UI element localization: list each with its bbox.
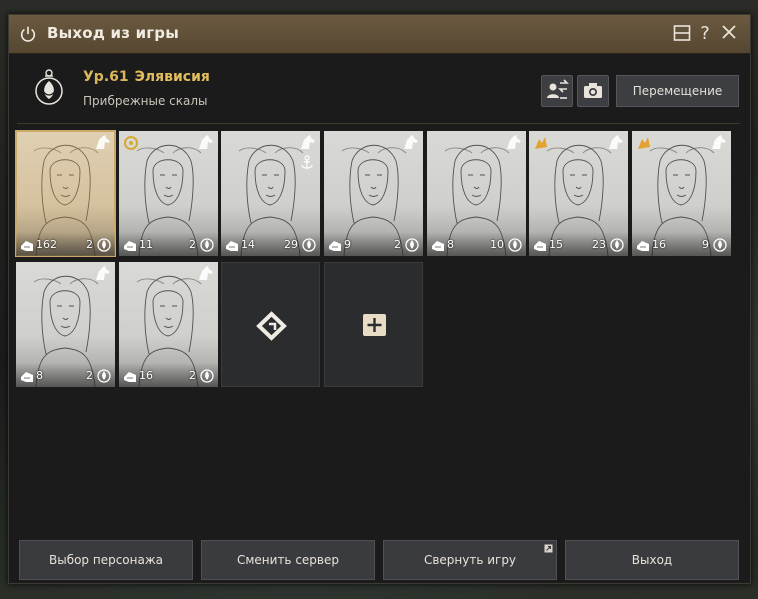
- gold-leaf-badge-icon: [535, 137, 547, 149]
- horse-icon: [609, 135, 623, 149]
- level-book-icon: [329, 241, 341, 251]
- exit-game-window: Выход из игры ? Ур.61 Элявисия Прибрежные…: [8, 14, 751, 584]
- switch-character-button[interactable]: [541, 75, 573, 107]
- window-mode-icon[interactable]: [672, 24, 692, 44]
- character-level-value: 15: [549, 238, 563, 251]
- character-name: Элявисия: [134, 69, 210, 85]
- level-book-icon: [226, 241, 238, 251]
- energy-flame-icon: [97, 238, 111, 252]
- screenshot-button[interactable]: [577, 75, 609, 107]
- energy-flame-icon: [508, 238, 522, 252]
- character-card[interactable]: 16 2: [119, 262, 218, 387]
- help-icon[interactable]: ?: [695, 24, 715, 44]
- energy-count: 23: [592, 238, 606, 251]
- character-card[interactable]: 162 2: [15, 130, 116, 257]
- energy-flame-icon: [200, 238, 214, 252]
- character-level-value: 8: [447, 238, 454, 251]
- level-book-icon: [21, 372, 33, 382]
- character-level-value: 16: [139, 369, 153, 382]
- character-card[interactable]: 8 2: [16, 262, 115, 387]
- character-location: Прибрежные скалы: [83, 94, 208, 108]
- level-book-icon: [124, 372, 136, 382]
- exit-button[interactable]: Выход: [565, 540, 739, 580]
- energy-flame-icon: [610, 238, 624, 252]
- horse-icon: [199, 135, 213, 149]
- window-title: Выход из игры: [47, 24, 180, 42]
- energy-count: 29: [284, 238, 298, 251]
- horse-icon: [712, 135, 726, 149]
- level-book-icon: [21, 241, 33, 251]
- character-card[interactable]: 11 2: [119, 131, 218, 256]
- gold-leaf-badge-icon: [638, 137, 650, 149]
- character-level-value: 8: [36, 369, 43, 382]
- minimize-game-label: Свернуть игру: [423, 553, 517, 567]
- horse-icon: [96, 266, 110, 280]
- level-book-icon: [124, 241, 136, 251]
- character-grid: 162 2 11 2 14 29 9 2 8 10 15 23 16 9 8 2…: [15, 130, 744, 511]
- character-level-value: 162: [36, 238, 57, 251]
- character-card[interactable]: 8 10: [427, 131, 526, 256]
- select-character-button[interactable]: Выбор персонажа: [19, 540, 193, 580]
- energy-flame-icon: [713, 238, 727, 252]
- diamond-icon: [256, 311, 287, 341]
- power-icon: [20, 26, 36, 42]
- character-level-value: 11: [139, 238, 153, 251]
- character-header: Ур.61 Элявисия Прибрежные скалы Перемещен…: [17, 57, 740, 124]
- energy-count: 9: [702, 238, 709, 251]
- minimize-game-button[interactable]: Свернуть игру: [383, 540, 557, 580]
- horse-icon: [301, 135, 315, 149]
- energy-count: 2: [86, 369, 93, 382]
- character-card[interactable]: 15 23: [529, 131, 628, 256]
- energy-count: 2: [86, 238, 93, 251]
- horse-icon: [199, 266, 213, 280]
- add-slot-button[interactable]: [324, 262, 423, 387]
- character-level-value: 14: [241, 238, 255, 251]
- level-label: Ур.61: [83, 69, 129, 85]
- character-card[interactable]: 16 9: [632, 131, 731, 256]
- level-book-icon: [637, 241, 649, 251]
- energy-flame-icon: [97, 369, 111, 383]
- camera-icon: [584, 83, 602, 98]
- horse-icon: [96, 135, 110, 149]
- energy-flame-icon: [302, 238, 316, 252]
- anchor-icon: [301, 155, 313, 169]
- energy-count: 2: [189, 238, 196, 251]
- swap-users-icon: [547, 79, 569, 99]
- level-book-icon: [534, 241, 546, 251]
- character-level-value: 16: [652, 238, 666, 251]
- energy-count: 2: [394, 238, 401, 251]
- gold-ring-badge-icon: [124, 136, 138, 150]
- expand-corner-icon: [544, 544, 553, 553]
- new-character-slot-button[interactable]: [221, 262, 320, 387]
- character-level: Ур.61 Элявисия: [83, 69, 210, 85]
- move-button[interactable]: Перемещение: [616, 75, 739, 107]
- energy-flame-icon: [405, 238, 419, 252]
- energy-flame-icon: [200, 369, 214, 383]
- character-card[interactable]: 14 29: [221, 131, 320, 256]
- titlebar: Выход из игры ?: [9, 15, 750, 54]
- level-book-icon: [432, 241, 444, 251]
- close-icon[interactable]: [719, 24, 739, 44]
- family-crest-icon: [35, 69, 63, 105]
- horse-icon: [507, 135, 521, 149]
- character-level-value: 9: [344, 238, 351, 251]
- plus-icon: [363, 314, 386, 336]
- change-server-button[interactable]: Сменить сервер: [201, 540, 375, 580]
- character-card[interactable]: 9 2: [324, 131, 423, 256]
- energy-count: 2: [189, 369, 196, 382]
- energy-count: 10: [490, 238, 504, 251]
- horse-icon: [404, 135, 418, 149]
